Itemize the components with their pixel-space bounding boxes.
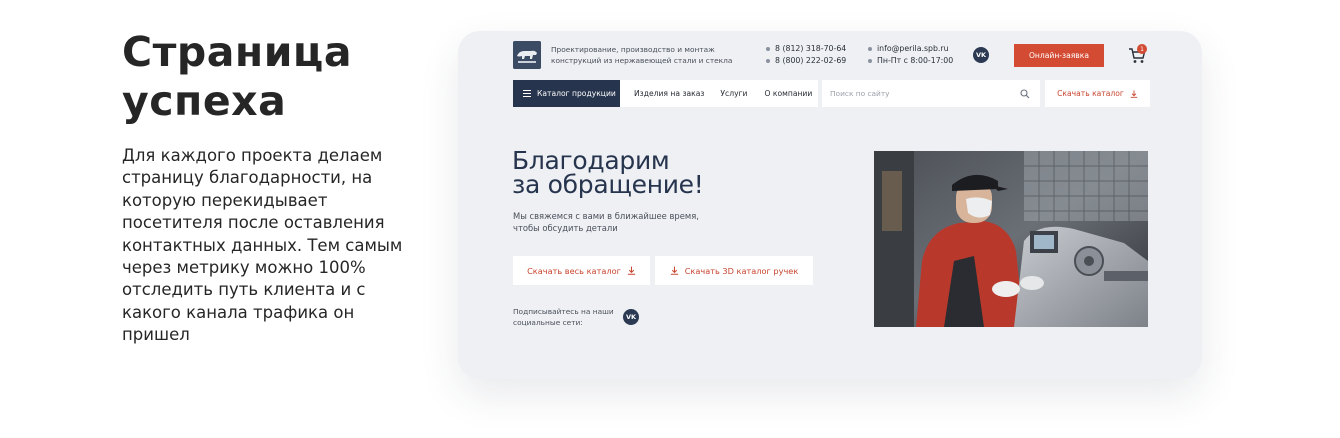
menu-icon: [523, 90, 531, 97]
mail-icon: [868, 47, 872, 51]
search-input[interactable]: Поиск по сайту: [822, 80, 1040, 107]
working-hours: Пн-Пт с 8:00-17:00: [868, 55, 953, 67]
nav-item-about[interactable]: О компании: [765, 89, 813, 98]
thank-you-title: Благодарим за обращение!: [512, 148, 812, 199]
catalog-menu-button[interactable]: Каталог продукции: [513, 80, 620, 107]
download-icon: [627, 266, 636, 275]
section-description: Для каждого проекта делаем страницу благ…: [122, 146, 403, 345]
email-link[interactable]: info@perila.spb.ru: [868, 43, 949, 55]
nav-item-custom[interactable]: Изделия на заказ: [634, 89, 704, 98]
phone-icon: [766, 47, 770, 51]
phone-icon: [766, 59, 770, 63]
vk-icon[interactable]: VK: [973, 47, 989, 63]
download-3d-catalog-label: Скачать 3D каталог ручек: [684, 265, 799, 276]
bear-logo-icon[interactable]: [513, 41, 541, 69]
thank-you-title-line2: за обращение!: [512, 170, 704, 199]
download-3d-catalog-button[interactable]: Скачать 3D каталог ручек: [655, 256, 813, 285]
download-icon: [670, 266, 678, 275]
cart-count-badge: 1: [1137, 44, 1147, 54]
main-nav: Каталог продукции Изделия на заказ Услуг…: [513, 80, 818, 107]
download-icon: [1130, 90, 1138, 98]
phone-2-text: 8 (800) 222-02-69: [775, 56, 847, 65]
email-text: info@perila.spb.ru: [877, 44, 949, 53]
phone-2[interactable]: 8 (800) 222-02-69: [766, 55, 846, 67]
clock-icon: [868, 59, 872, 63]
download-full-catalog-button[interactable]: Скачать весь каталог: [513, 256, 650, 285]
search-placeholder: Поиск по сайту: [830, 89, 890, 98]
thank-you-subtitle: Мы свяжемся с вами в ближайшее время, чт…: [513, 211, 699, 233]
online-order-button[interactable]: Онлайн-заявка: [1014, 44, 1104, 67]
phone-1[interactable]: 8 (812) 318-70-64: [766, 43, 846, 55]
vk-icon[interactable]: VK: [623, 309, 639, 325]
download-full-catalog-label: Скачать весь каталог: [527, 265, 621, 276]
download-catalog-label: Скачать каталог: [1057, 89, 1124, 98]
hours-text: Пн-Пт с 8:00-17:00: [877, 56, 954, 65]
worker-at-machine-photo: [874, 151, 1148, 327]
company-tagline: Проектирование, производство и монтаж ко…: [551, 45, 733, 65]
phone-1-text: 8 (812) 318-70-64: [775, 44, 847, 53]
social-subscribe-text: Подписывайтесь на наши социальные сети:: [513, 307, 614, 327]
website-mockup: Проектирование, производство и монтаж ко…: [458, 31, 1202, 379]
catalog-menu-label: Каталог продукции: [537, 89, 616, 98]
section-title: Страница успеха: [122, 28, 352, 125]
download-catalog-button[interactable]: Скачать каталог: [1045, 80, 1150, 107]
nav-item-services[interactable]: Услуги: [720, 89, 747, 98]
search-icon[interactable]: [1020, 88, 1030, 99]
